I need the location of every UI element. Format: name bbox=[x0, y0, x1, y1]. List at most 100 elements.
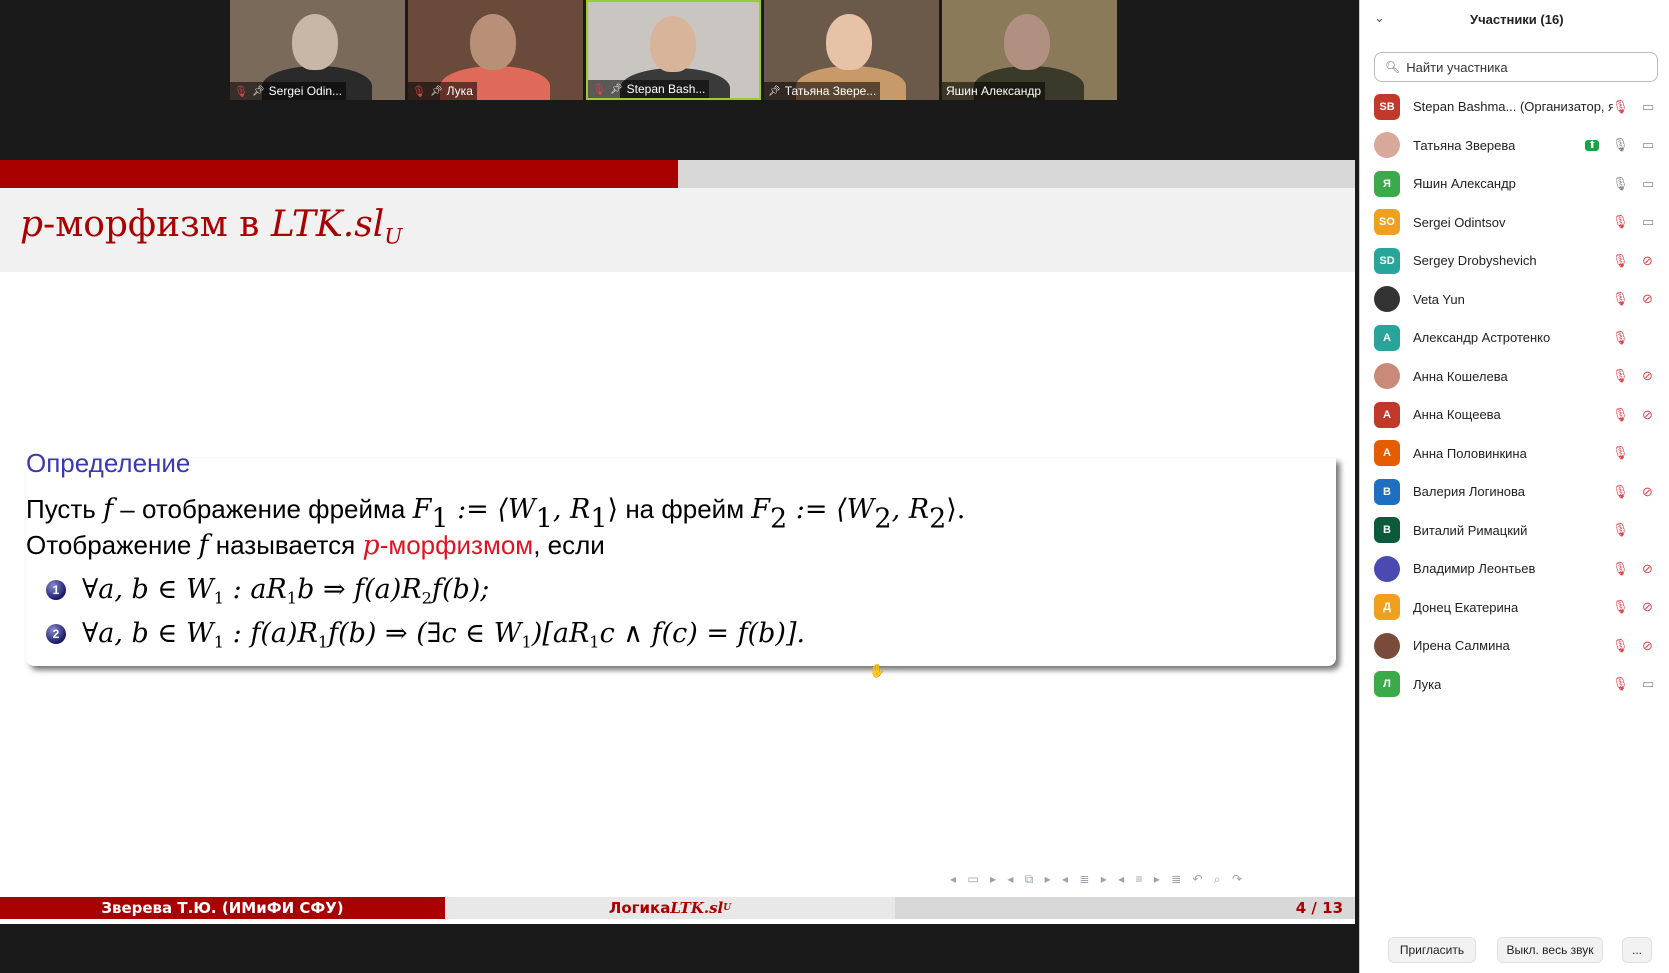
hand-cursor-icon: ✋ bbox=[869, 663, 886, 678]
mic-muted-icon[interactable]: 🎙︎ bbox=[1612, 407, 1629, 423]
search-participant-input[interactable]: 🔍︎ Найти участника bbox=[1374, 52, 1658, 82]
avatar: Д bbox=[1374, 594, 1400, 620]
participants-panel: ⌄ Участники (16) 🔍︎ Найти участника SB St… bbox=[1359, 0, 1669, 973]
presentation-slide: p-морфизм в LTK.slU Определение Пусть f … bbox=[0, 160, 1355, 924]
participant-row[interactable]: Ирена Салмина 🎙︎ ⊘ bbox=[1360, 625, 1669, 666]
participant-row[interactable]: А Анна Половинкина 🎙︎ bbox=[1360, 433, 1669, 474]
video-tile[interactable]: 🎙︎ 📌︎ Лука bbox=[408, 0, 583, 100]
video-name-bar: Яшин Александр bbox=[942, 82, 1045, 100]
avatar: SO bbox=[1374, 209, 1400, 235]
participant-row[interactable]: Татьяна Зверева ⬆ 🎙︎ ▭ bbox=[1360, 125, 1669, 166]
participant-row[interactable]: SB Stepan Bashma... (Организатор, я) 🎙︎ ▭ bbox=[1360, 86, 1669, 127]
participant-row[interactable]: В Валерия Логинова 🎙︎ ⊘ bbox=[1360, 471, 1669, 512]
avatar: Л bbox=[1374, 671, 1400, 697]
video-name: Яшин Александр bbox=[946, 84, 1041, 98]
participant-name: Владимир Леонтьев bbox=[1413, 561, 1536, 576]
camera-off-icon: ⊘ bbox=[1642, 252, 1653, 268]
camera-off-icon: ⊘ bbox=[1642, 291, 1653, 306]
mic-muted-icon[interactable]: 🎙︎ bbox=[1612, 676, 1629, 692]
slide-progress-fill bbox=[0, 160, 678, 188]
person-head bbox=[470, 14, 516, 70]
avatar: А bbox=[1374, 324, 1400, 351]
footer-author: Зверева Т.Ю. (ИМиФИ СФУ) bbox=[0, 897, 445, 919]
participant-name: Stepan Bashma... (Организатор, я) bbox=[1413, 99, 1613, 114]
avatar: А bbox=[1374, 440, 1400, 466]
camera-icon: ▭ bbox=[1642, 98, 1655, 114]
video-name: Sergei Odin... bbox=[268, 84, 343, 98]
mic-muted-icon[interactable]: 🎙︎ bbox=[1612, 522, 1629, 538]
video-strip: 🎙︎ 📌︎ Sergei Odin... 🎙︎ 📌︎ Лука 🎙︎ 📌︎ Stepan Bas… bbox=[230, 0, 1117, 100]
video-tile[interactable]: 🎙︎ 📌︎ Sergei Odin... bbox=[230, 0, 405, 100]
chevron-down-icon[interactable]: ⌄ bbox=[1374, 10, 1385, 26]
video-name-bar: 🎙︎ 📌︎ Лука bbox=[408, 82, 477, 100]
mic-muted-icon[interactable]: 🎙︎ bbox=[1612, 368, 1629, 384]
mic-muted-icon[interactable]: 🎙︎ bbox=[1612, 291, 1629, 307]
pin-icon: 📌︎ bbox=[429, 85, 443, 97]
video-tile[interactable]: Яшин Александр bbox=[942, 0, 1117, 100]
participant-row[interactable]: Анна Кошелева 🎙︎ ⊘ bbox=[1360, 356, 1669, 397]
camera-off-icon: ⊘ bbox=[1642, 368, 1653, 383]
camera-off-icon: ⊘ bbox=[1642, 599, 1653, 614]
video-name-bar: 📌︎ Татьяна Зверe... bbox=[764, 82, 881, 100]
definition-line-1: Пусть f – отображение фрейма F1 := ⟨W1, … bbox=[26, 494, 966, 535]
participant-name: Анна Кощеева bbox=[1413, 407, 1501, 422]
participant-row[interactable]: Я Яшин Александр 🎙︎ ▭ bbox=[1360, 163, 1669, 204]
participant-row[interactable]: Л Лука 🎙︎ ▭ bbox=[1360, 664, 1669, 705]
participant-name: Анна Кошелева bbox=[1413, 368, 1508, 384]
participant-name: Виталий Римацкий bbox=[1413, 522, 1528, 538]
mic-icon[interactable]: 🎙︎ bbox=[1612, 137, 1629, 153]
participant-name: Анна Половинкина bbox=[1413, 445, 1527, 461]
avatar: А bbox=[1374, 401, 1400, 428]
mic-muted-icon: 🎙︎ bbox=[234, 85, 248, 98]
person-head bbox=[292, 14, 338, 70]
slide-footer: Зверева Т.Ю. (ИМиФИ СФУ) Логика LTK.sl U … bbox=[0, 897, 1355, 919]
mic-muted-icon: 🎙︎ bbox=[592, 83, 606, 96]
participant-row[interactable]: В Виталий Римацкий 🎙︎ bbox=[1360, 510, 1669, 551]
participant-name: Sergei Odintsov bbox=[1413, 214, 1506, 230]
slide-progress-bar bbox=[0, 160, 1355, 188]
footer-page-number: 4 / 13 bbox=[895, 897, 1355, 919]
participant-row[interactable]: А Анна Кощеева 🎙︎ ⊘ bbox=[1360, 394, 1669, 435]
panel-footer: Пригласить Выкл. весь звук ... bbox=[1360, 923, 1669, 973]
mic-muted-icon[interactable]: 🎙︎ bbox=[1612, 330, 1629, 346]
slide-title: p-морфизм в LTK.slU bbox=[20, 204, 403, 250]
mic-icon[interactable]: 🎙︎ bbox=[1612, 176, 1629, 192]
avatar: В bbox=[1374, 478, 1400, 505]
mic-muted-icon[interactable]: 🎙︎ bbox=[1612, 561, 1629, 577]
mic-muted-icon[interactable]: 🎙︎ bbox=[1612, 214, 1629, 230]
mic-muted-icon[interactable]: 🎙︎ bbox=[1612, 484, 1629, 500]
video-name: Татьяна Зверe... bbox=[784, 84, 877, 98]
participant-row[interactable]: Д Донец Екатерина 🎙︎ ⊘ bbox=[1360, 587, 1669, 628]
participant-row[interactable]: А Александр Астротенко 🎙︎ bbox=[1360, 317, 1669, 358]
participant-row[interactable]: Veta Yun 🎙︎ ⊘ bbox=[1360, 279, 1669, 320]
mic-muted-icon[interactable]: 🎙︎ bbox=[1612, 638, 1629, 654]
avatar: SD bbox=[1374, 247, 1400, 274]
definition-title: Определение bbox=[26, 448, 191, 478]
participant-row[interactable]: SO Sergei Odintsov 🎙︎ ▭ bbox=[1360, 202, 1669, 243]
participant-name: Лука bbox=[1413, 676, 1442, 692]
mic-muted-icon[interactable]: 🎙︎ bbox=[1612, 253, 1629, 269]
video-tile[interactable]: 📌︎ Татьяна Зверe... bbox=[764, 0, 939, 100]
search-placeholder: Найти участника bbox=[1406, 59, 1508, 75]
more-options-button[interactable]: ... bbox=[1622, 937, 1652, 963]
avatar bbox=[1374, 363, 1400, 389]
participant-name: Sergey Drobyshevich bbox=[1413, 253, 1537, 268]
participant-name: Донец Екатерина bbox=[1413, 599, 1519, 615]
camera-off-icon: ⊘ bbox=[1642, 406, 1653, 422]
pin-icon: 📌︎ bbox=[768, 85, 781, 97]
avatar bbox=[1374, 132, 1400, 158]
mic-muted-icon[interactable]: 🎙︎ bbox=[1612, 445, 1629, 461]
participant-name: Валерия Логинова bbox=[1413, 484, 1526, 499]
participant-name: Яшин Александр bbox=[1413, 176, 1516, 191]
mute-all-button[interactable]: Выкл. весь звук bbox=[1497, 937, 1603, 963]
participant-row[interactable]: SD Sergey Drobyshevich 🎙︎ ⊘ bbox=[1360, 240, 1669, 281]
video-name-bar: 🎙︎ 📌︎ Stepan Bash... bbox=[588, 80, 710, 98]
participant-row[interactable]: Владимир Леонтьев 🎙︎ ⊘ bbox=[1360, 548, 1669, 589]
beamer-navigation-icons[interactable]: ◂ ▭ ▸ ◂ ⧉ ▸ ◂ ≣ ▸ ◂ ≡ ▸ ≣ ↶ ⌕ ↷ bbox=[950, 872, 1246, 887]
invite-button[interactable]: Пригласить bbox=[1388, 937, 1476, 963]
definition-block: Определение Пусть f – отображение фрейма… bbox=[26, 448, 1336, 666]
mic-muted-icon[interactable]: 🎙︎ bbox=[1612, 599, 1629, 615]
video-tile[interactable]: 🎙︎ 📌︎ Stepan Bash... bbox=[586, 0, 761, 100]
participant-name: Александр Астротенко bbox=[1413, 330, 1551, 345]
mic-muted-icon[interactable]: 🎙︎ bbox=[1612, 99, 1629, 115]
